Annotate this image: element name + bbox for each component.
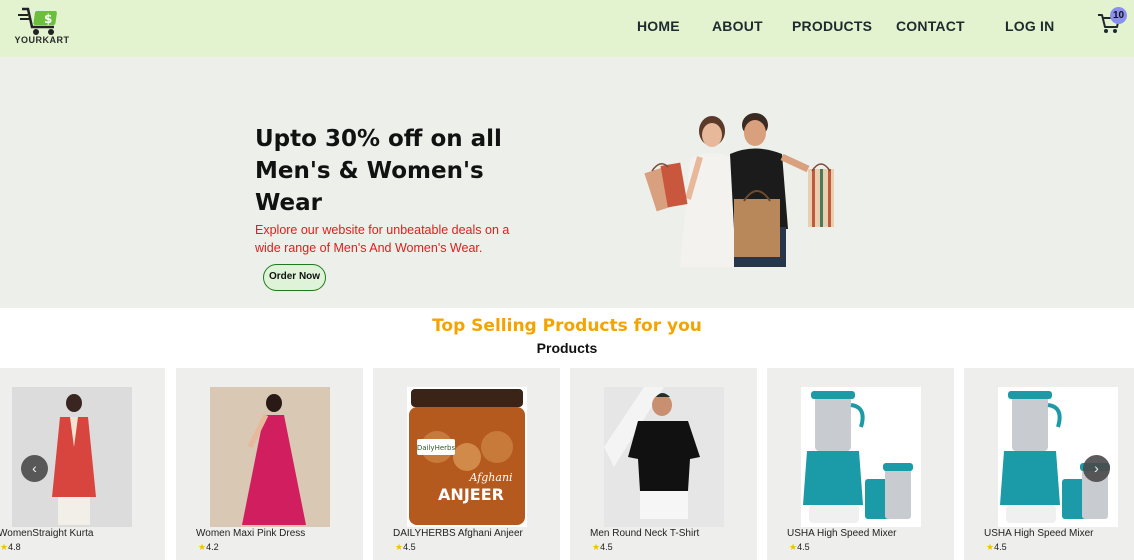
tshirt-image [604, 387, 724, 527]
rating-value: 4.8 [8, 542, 21, 552]
nav-products[interactable]: PRODUCTS [792, 18, 872, 34]
product-rating: ★4.5 [592, 542, 613, 553]
hero-banner: Upto 30% off on all Men's & Women's Wear… [0, 57, 1134, 308]
product-name: WomenStraight Kurta [0, 528, 94, 539]
hero-title-line2: Men's & Women's [255, 158, 484, 184]
logo-text: YOURKART [14, 35, 70, 45]
product-rating: ★4.5 [789, 542, 810, 553]
mixer-image [801, 387, 921, 527]
star-icon: ★ [198, 542, 207, 552]
hero-title: Upto 30% off on all Men's & Women's Wear [255, 123, 515, 219]
product-card[interactable]: Men Round Neck T-Shirt ★4.5 [570, 368, 757, 560]
product-name: Women Maxi Pink Dress [196, 528, 306, 539]
product-name: DAILYHERBS Afghani Anjeer [393, 528, 523, 539]
star-icon: ★ [0, 542, 9, 552]
product-rating: ★4.5 [986, 542, 1007, 553]
carousel-prev-button[interactable]: ‹ [21, 455, 48, 482]
order-now-button[interactable]: Order Now [263, 264, 326, 291]
hero-subtitle: Explore our website for unbeatable deals… [255, 223, 510, 255]
product-card[interactable]: USHA High Speed Mixer ★4.5 [767, 368, 954, 560]
cart-logo-icon: $ [18, 7, 57, 35]
rating-value: 4.5 [403, 542, 416, 552]
star-icon: ★ [789, 542, 798, 552]
jar-script-text: Afghani [468, 471, 512, 484]
product-name: USHA High Speed Mixer [787, 528, 897, 539]
nav-login[interactable]: LOG IN [1005, 18, 1054, 34]
product-card[interactable]: Women Maxi Pink Dress ★4.2 [176, 368, 363, 560]
product-rating: ★4.5 [395, 542, 416, 553]
svg-text:$: $ [44, 12, 52, 26]
product-name: USHA High Speed Mixer [984, 528, 1094, 539]
star-icon: ★ [592, 542, 601, 552]
star-icon: ★ [395, 542, 404, 552]
yourkart-logo[interactable]: $ YOURKART [14, 5, 70, 49]
dress-image [210, 387, 330, 527]
anjeer-jar-image: DailyHerbs Afghani ANJEER [407, 387, 527, 527]
jar-name-text: ANJEER [438, 485, 504, 504]
product-rating: ★4.2 [198, 542, 219, 553]
rating-value: 4.2 [206, 542, 219, 552]
nav-contact[interactable]: CONTACT [896, 18, 965, 34]
nav-home[interactable]: HOME [637, 18, 680, 34]
rating-value: 4.5 [600, 542, 613, 552]
hero-title-line1: Upto 30% off on all [255, 126, 502, 152]
product-rating: ★4.8 [0, 542, 21, 553]
star-icon: ★ [986, 542, 995, 552]
section-title: Top Selling Products for you [432, 316, 702, 336]
rating-value: 4.5 [994, 542, 1007, 552]
shopping-couple-image [644, 113, 834, 267]
rating-value: 4.5 [797, 542, 810, 552]
hero-title-line3: Wear [255, 190, 323, 216]
section-subtitle: Products [536, 340, 598, 356]
cart-count-badge: 10 [1110, 7, 1127, 24]
jar-brand-text: DailyHerbs [417, 444, 456, 452]
nav-about[interactable]: ABOUT [712, 18, 763, 34]
top-navbar: $ YOURKART HOME ABOUT PRODUCTS CONTACT L… [0, 0, 1134, 57]
carousel-next-button[interactable]: › [1083, 455, 1110, 482]
product-card[interactable]: DailyHerbs Afghani ANJEER DAILYHERBS Afg… [373, 368, 560, 560]
product-name: Men Round Neck T-Shirt [590, 528, 700, 539]
